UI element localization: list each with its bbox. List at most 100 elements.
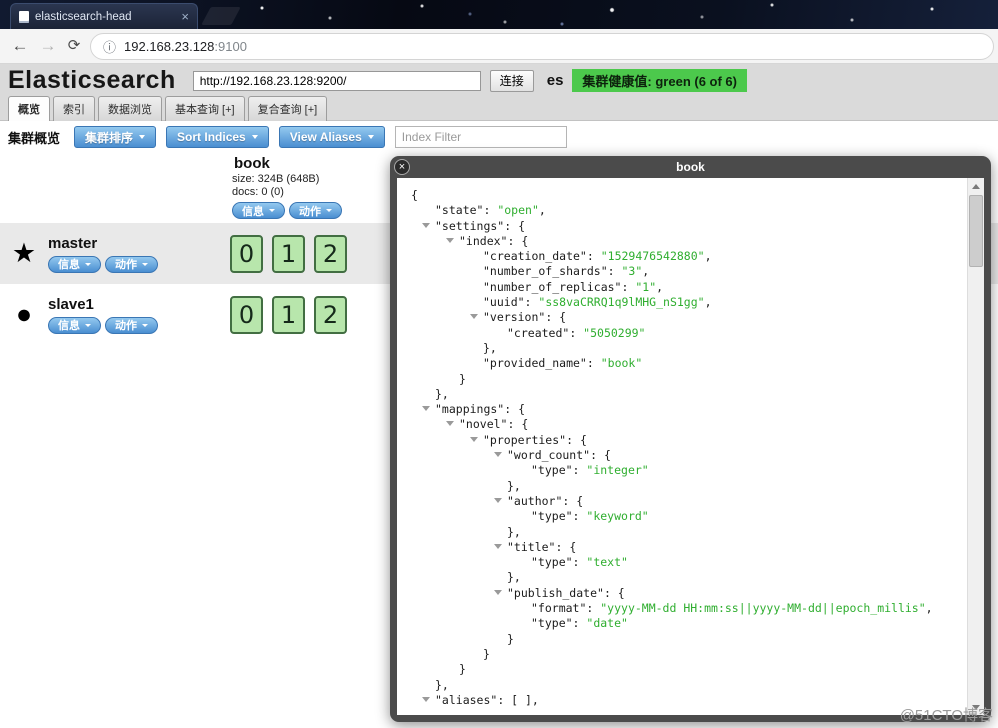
json-line: "author": { xyxy=(403,494,965,509)
tree-expand-icon[interactable] xyxy=(494,543,502,549)
json-line-text: "state": "open", xyxy=(435,203,546,217)
shard-box[interactable]: 2 xyxy=(314,234,347,273)
index-name: book xyxy=(234,155,270,172)
forward-button[interactable]: → xyxy=(36,34,60,58)
tree-expand-icon[interactable] xyxy=(494,497,502,503)
tree-expand-icon[interactable] xyxy=(470,314,478,320)
node-actions-button[interactable]: 动作 xyxy=(105,316,158,334)
tab-close-icon[interactable]: × xyxy=(181,10,189,23)
tab-basic-query[interactable]: 基本查询 [+] xyxy=(165,96,245,121)
json-line-text: "type": "keyword" xyxy=(531,509,649,523)
json-line-text: "uuid": "ss8vaCRRQ1q9lMHG_nS1gg", xyxy=(483,295,712,309)
scroll-up-icon[interactable] xyxy=(968,178,984,194)
json-punct: }, xyxy=(483,340,497,355)
tab-indices[interactable]: 索引 xyxy=(53,96,95,121)
tab-data-browser[interactable]: 数据浏览 xyxy=(98,96,162,121)
json-punct: : { xyxy=(507,417,529,432)
json-line: "publish_date": { xyxy=(403,586,965,601)
json-line: "number_of_replicas": "1", xyxy=(403,280,965,295)
cluster-sort-button[interactable]: 集群排序 xyxy=(74,126,157,148)
endpoint-input[interactable] xyxy=(192,70,481,91)
page-info-icon[interactable]: ⓘ xyxy=(103,37,116,56)
info-label: 信息 xyxy=(58,320,80,332)
node-info-button[interactable]: 信息 xyxy=(48,316,101,334)
browser-tab[interactable]: elasticsearch-head × xyxy=(10,3,198,29)
index-column-header: book size: 324B (648B) docs: 0 (0) 信息 动作 xyxy=(228,153,388,223)
json-punct: } xyxy=(459,662,466,677)
chevron-down-icon xyxy=(85,262,91,266)
tree-expand-icon[interactable] xyxy=(422,222,430,228)
index-actions-button[interactable]: 动作 xyxy=(289,202,342,219)
json-line: "index": { xyxy=(403,234,965,249)
close-icon[interactable]: × xyxy=(394,159,410,175)
connect-button[interactable]: 连接 xyxy=(489,69,534,92)
json-key: "type" xyxy=(531,616,573,631)
shard-box[interactable]: 2 xyxy=(314,295,347,334)
browser-navbar: ← → ⟳ ⓘ 192.168.23.128:9100 xyxy=(0,29,998,64)
shard-box[interactable]: 1 xyxy=(272,234,305,273)
reload-button[interactable]: ⟳ xyxy=(62,34,86,58)
json-key: "index" xyxy=(459,233,508,248)
scrollbar[interactable] xyxy=(967,178,984,715)
actions-label: 动作 xyxy=(115,320,137,332)
json-key: "properties" xyxy=(483,432,567,447)
tree-expand-icon[interactable] xyxy=(494,589,502,595)
json-line-text: "number_of_shards": "3", xyxy=(483,264,649,278)
node-info-button[interactable]: 信息 xyxy=(48,255,101,273)
json-line: "created": "5050299" xyxy=(403,326,965,341)
back-button[interactable]: ← xyxy=(8,34,32,58)
json-value: "5050299" xyxy=(583,325,646,340)
tab-overview[interactable]: 概览 xyxy=(8,96,50,121)
json-value: "ss8vaCRRQ1q9lMHG_nS1gg" xyxy=(538,295,705,310)
json-line-text: }, xyxy=(507,479,521,493)
sort-indices-label: Sort Indices xyxy=(177,130,246,144)
json-line-text: "author": { xyxy=(507,494,583,508)
json-punct: : { xyxy=(545,310,567,325)
master-node-star-icon: ★ xyxy=(11,238,37,268)
json-punct: }, xyxy=(507,478,521,493)
tree-expand-icon[interactable] xyxy=(470,436,478,442)
url-text: 192.168.23.128:9100 xyxy=(124,38,247,56)
json-line-text: }, xyxy=(435,387,449,401)
browser-window: elasticsearch-head × ← → ⟳ ⓘ 192.168.23.… xyxy=(0,0,998,728)
json-line: "mappings": { xyxy=(403,402,965,417)
view-aliases-button[interactable]: View Aliases xyxy=(278,126,385,148)
shard-box[interactable]: 0 xyxy=(230,234,263,273)
tree-expand-icon[interactable] xyxy=(494,452,502,458)
json-punct: } xyxy=(483,646,490,661)
json-line-text: "mappings": { xyxy=(435,402,525,416)
tab-compound-query[interactable]: 复合查询 [+] xyxy=(247,96,328,121)
json-line-text: "type": "integer" xyxy=(531,463,649,477)
new-tab-button[interactable] xyxy=(201,7,241,25)
json-key: "state" xyxy=(435,203,484,218)
scrollbar-thumb[interactable] xyxy=(969,195,983,267)
shard-box[interactable]: 0 xyxy=(230,295,263,334)
tree-expand-icon[interactable] xyxy=(446,421,454,427)
json-line-text: "aliases": [ ], xyxy=(435,693,539,707)
json-key: "creation_date" xyxy=(483,249,587,264)
json-line-text: "settings": { xyxy=(435,219,525,233)
url-bar[interactable]: ⓘ 192.168.23.128:9100 xyxy=(90,33,994,60)
json-line: } xyxy=(403,632,965,647)
index-info-button[interactable]: 信息 xyxy=(232,202,285,219)
json-key: "format" xyxy=(531,601,587,616)
json-key: "type" xyxy=(531,555,573,570)
json-value: "book" xyxy=(600,356,643,371)
tree-expand-icon[interactable] xyxy=(446,237,454,243)
json-punct: : { xyxy=(603,585,625,600)
node-actions-button[interactable]: 动作 xyxy=(105,255,158,273)
json-line-text: }, xyxy=(435,678,449,692)
actions-label: 动作 xyxy=(299,205,321,218)
sort-indices-button[interactable]: Sort Indices xyxy=(166,126,269,148)
json-line: } xyxy=(403,372,965,387)
modal-title: book xyxy=(676,160,705,174)
json-line-text: } xyxy=(483,647,490,661)
chevron-down-icon xyxy=(142,262,148,266)
json-line-text: "properties": { xyxy=(483,433,587,447)
json-line: }, xyxy=(403,341,965,356)
tree-expand-icon[interactable] xyxy=(422,406,430,412)
shard-box[interactable]: 1 xyxy=(272,295,305,334)
json-line-text: "format": "yyyy-MM-dd HH:mm:ss||yyyy-MM-… xyxy=(531,601,933,615)
index-filter-input[interactable] xyxy=(394,126,567,148)
tree-expand-icon[interactable] xyxy=(422,696,430,702)
